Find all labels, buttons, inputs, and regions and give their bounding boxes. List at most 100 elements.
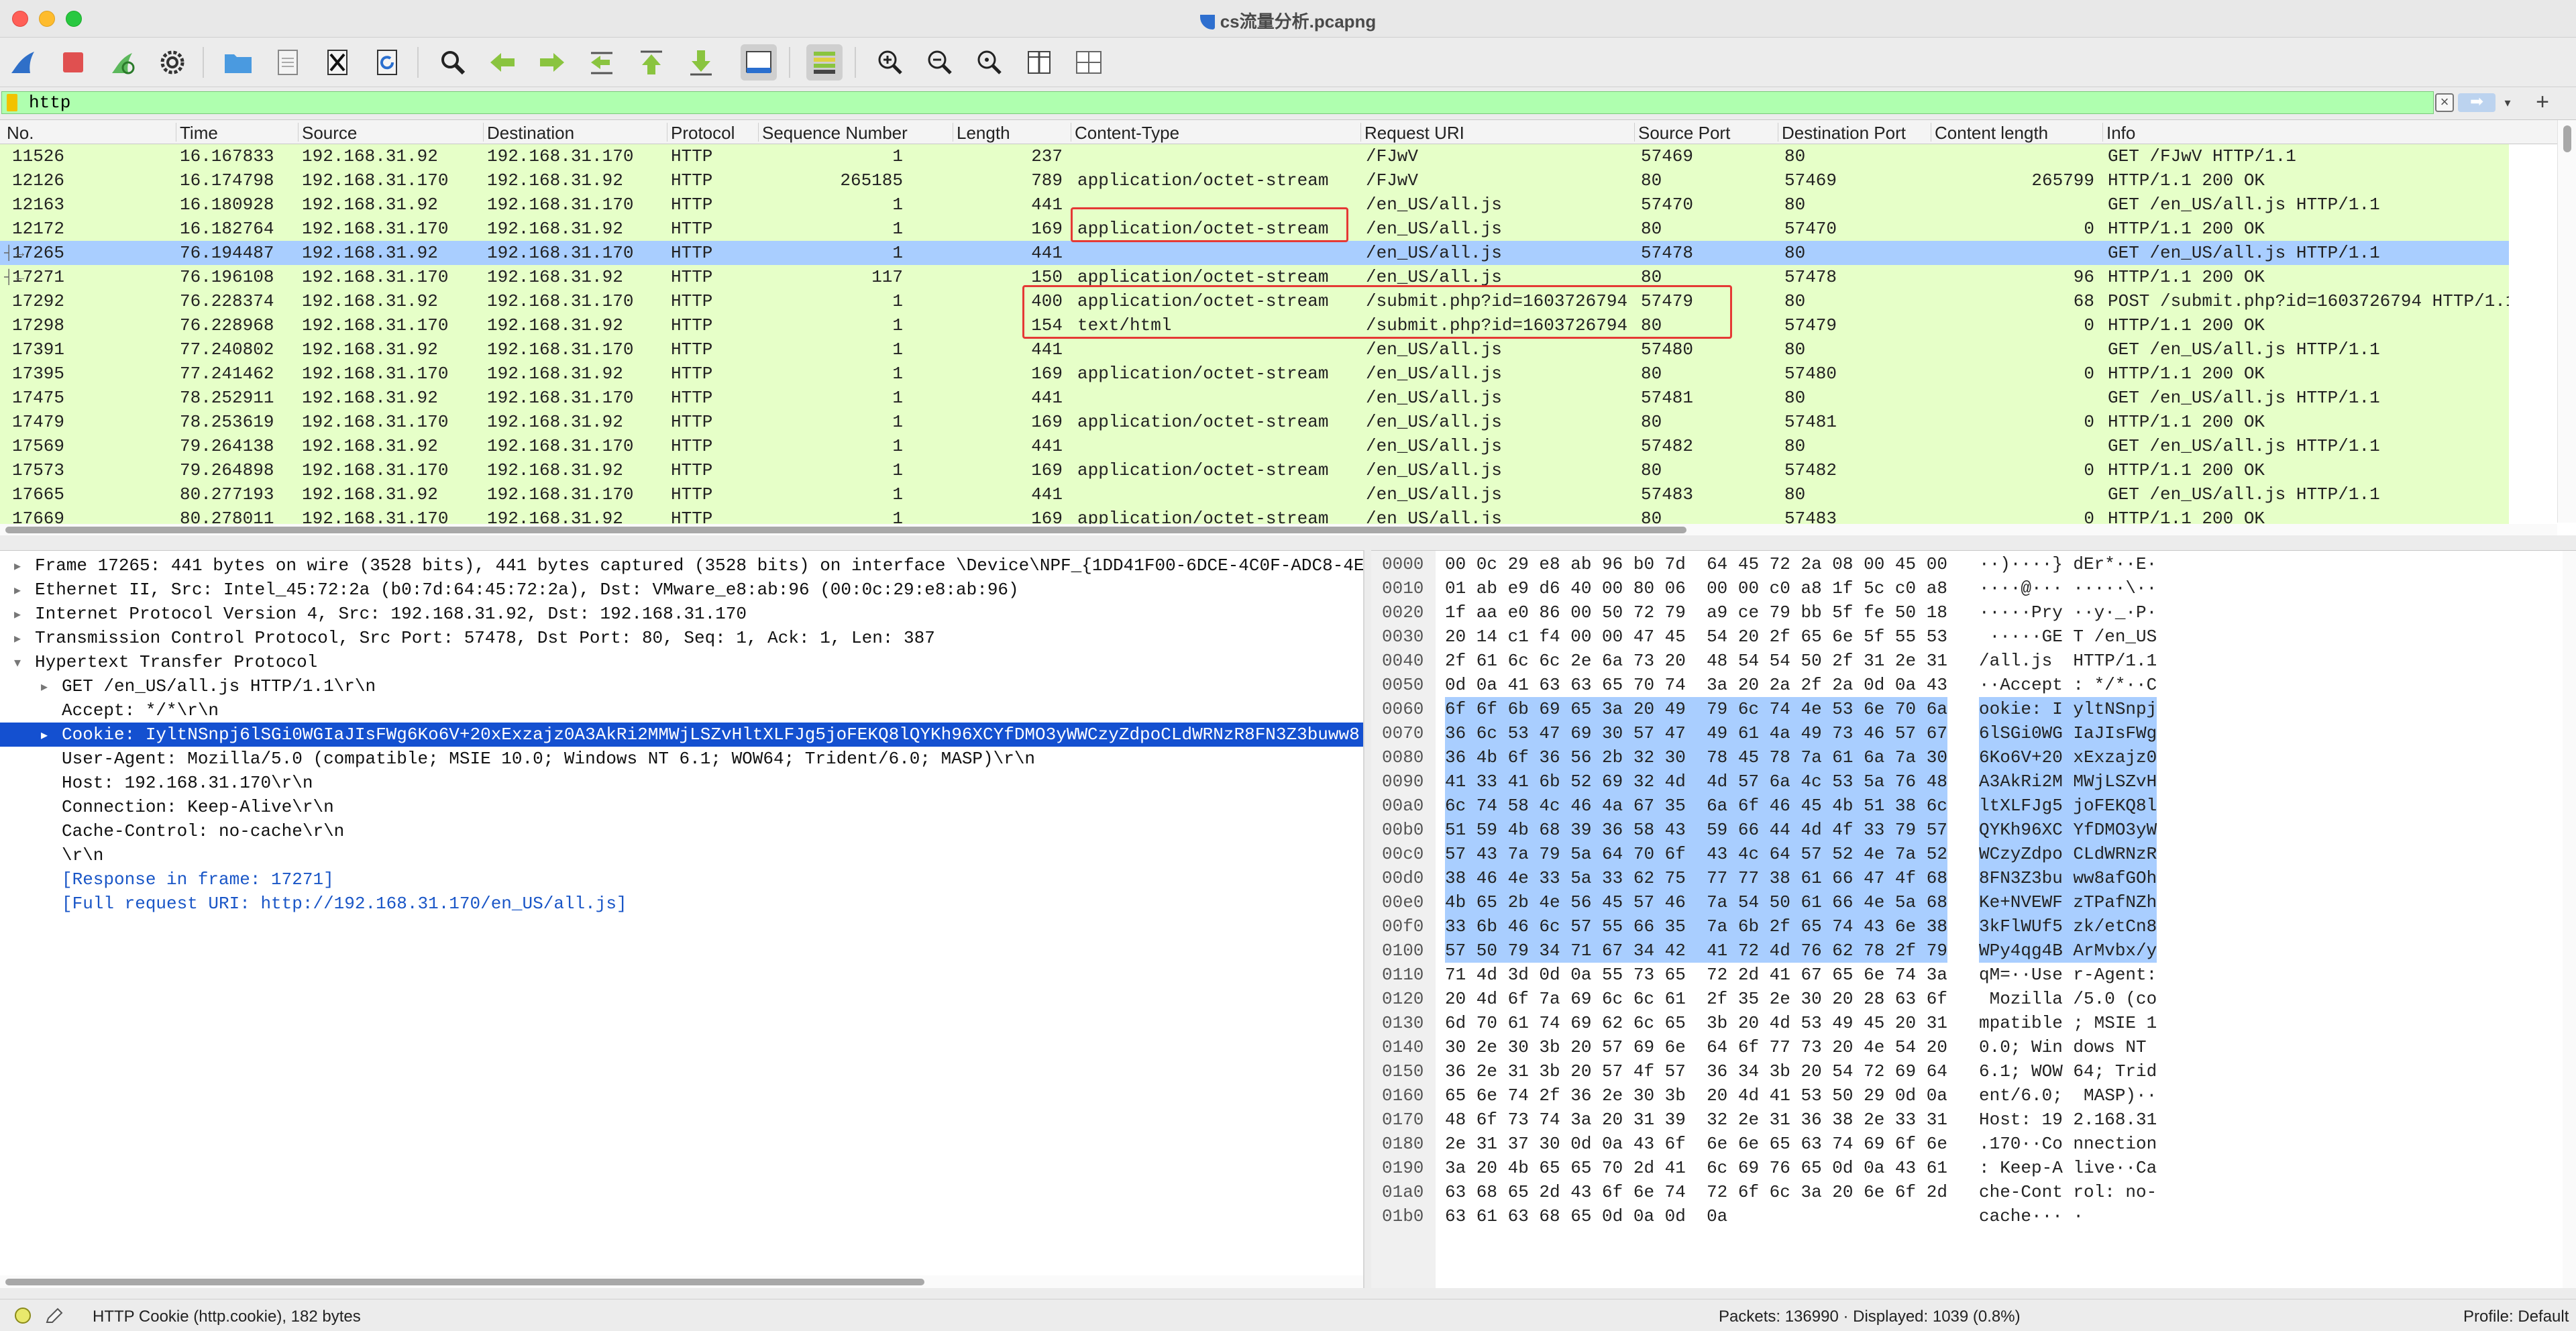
apply-filter-icon[interactable]: ➡ [2458,93,2496,112]
bookmark-icon[interactable] [7,94,17,111]
column-header[interactable]: Content length [1935,123,2048,144]
zoom-in-icon[interactable] [872,44,908,81]
hex-offset: 0010 [1382,578,1424,598]
column-header[interactable]: Time [180,123,218,144]
expand-arrow-icon[interactable]: ▸ [9,578,25,602]
column-header[interactable]: Length [957,123,1010,144]
bytes-vertical-scrollbar[interactable] [2563,551,2576,1288]
detail-tree-item[interactable]: ▾ Hypertext Transfer Protocol [0,650,1363,674]
expanded-arrow-icon[interactable]: ▾ [9,650,25,674]
detail-tree-item[interactable]: Accept: */*\r\n [0,698,1363,723]
packet-row[interactable]: 11526 16.167833 192.168.31.92 192.168.31.17… [0,144,2509,168]
cell-info: HTTP/1.1 200 OK [2108,364,2265,384]
detail-tree-item[interactable]: ▸ Cookie: IyltNSnpj6lSGi0WGIaJIsFWg6Ko6V+… [0,723,1363,747]
column-header[interactable]: Sequence Number [762,123,908,144]
add-filter-button-icon[interactable]: + [2529,90,2556,114]
detail-tree-item[interactable]: \r\n [0,843,1363,867]
column-header[interactable]: Source [302,123,357,144]
packet-row[interactable]: 17271 76.196108 192.168.31.170 192.168.31.9… [0,265,2509,289]
last-packet-icon[interactable] [683,44,719,81]
cell-no: 17395 [11,364,64,384]
cell-sport: 80 [1641,412,1662,432]
go-to-packet-icon[interactable] [584,44,620,81]
profile-text[interactable]: Profile: Default [2463,1308,2569,1326]
cell-time: 76.194487 [180,243,274,263]
packet-row[interactable]: 12126 16.174798 192.168.31.170 192.168.31.9… [0,168,2509,193]
back-arrow-icon[interactable] [484,44,521,81]
detail-tree-item[interactable]: Cache-Control: no-cache\r\n [0,819,1363,843]
title-bar: cs流量分析.pcapng [0,0,2576,38]
forward-arrow-icon[interactable] [534,44,570,81]
packet-list-horizontal-scrollbar[interactable] [0,524,2557,536]
column-header[interactable]: Destination Port [1782,123,1906,144]
detail-tree-item[interactable]: User-Agent: Mozilla/5.0 (compatible; MSI… [0,747,1363,771]
detail-tree-item[interactable]: ▸ Ethernet II, Src: Intel_45:72:2a (b0:7d… [0,578,1363,602]
find-icon[interactable] [435,44,471,81]
columns-layout-icon[interactable] [1071,44,1107,81]
options-gear-icon[interactable] [154,44,191,81]
packet-row[interactable]: 17292 76.228374 192.168.31.92 192.168.31.17… [0,289,2509,313]
packet-row[interactable]: 12172 16.182764 192.168.31.170 192.168.31.9… [0,217,2509,241]
zoom-normal-icon[interactable] [971,44,1008,81]
cell-ctype: application/octet-stream [1077,267,1329,287]
column-header[interactable]: Content-Type [1075,123,1179,144]
restart-icon[interactable] [105,44,141,81]
packet-row[interactable]: 17569 79.264138 192.168.31.92 192.168.31.17… [0,434,2509,458]
column-header[interactable]: Info [2106,123,2135,144]
column-header[interactable]: Destination [487,123,574,144]
reload-icon[interactable] [369,44,405,81]
save-file-icon[interactable] [270,44,306,81]
details-horizontal-scrollbar[interactable] [0,1275,1363,1288]
open-folder-icon[interactable] [220,44,256,81]
detail-tree-item[interactable]: ▸ GET /en_US/all.js HTTP/1.1\r\n [0,674,1363,698]
packet-row[interactable]: 17395 77.241462 192.168.31.170 192.168.31.9… [0,362,2509,386]
column-header[interactable]: Protocol [671,123,735,144]
cell-info: GET /en_US/all.js HTTP/1.1 [2108,388,2380,408]
detail-link[interactable]: [Full request URI: http://192.168.31.170… [0,892,1363,916]
pane-splitter[interactable] [0,535,2576,550]
stop-icon[interactable] [55,44,91,81]
packet-row[interactable]: 17298 76.228968 192.168.31.170 192.168.31.9… [0,313,2509,337]
close-file-icon[interactable] [319,44,356,81]
filter-dropdown-icon[interactable]: ▾ [2500,93,2516,113]
packet-row[interactable]: 17391 77.240802 192.168.31.92 192.168.31.17… [0,337,2509,362]
hex-bytes: 01 ab e9 d6 40 00 80 06 00 00 c0 a8 1f 5… [1445,578,1947,598]
packet-row[interactable]: 17665 80.277193 192.168.31.92 192.168.31.17… [0,482,2509,507]
clear-filter-icon[interactable]: × [2435,93,2454,112]
shark-fin-icon[interactable] [5,44,42,81]
detail-link[interactable]: [Response in frame: 17271] [0,867,1363,892]
packet-list-vertical-scrollbar[interactable] [2557,120,2576,523]
column-header[interactable]: No. [7,123,34,144]
detail-tree-item[interactable]: Connection: Keep-Alive\r\n [0,795,1363,819]
packet-row[interactable]: 12163 16.180928 192.168.31.92 192.168.31.17… [0,193,2509,217]
zoom-out-icon[interactable] [922,44,958,81]
first-packet-icon[interactable] [633,44,669,81]
expert-info-icon[interactable] [15,1308,31,1324]
cell-info: HTTP/1.1 200 OK [2108,267,2265,287]
detail-text: [Full request URI: http://192.168.31.170… [62,894,627,914]
edit-comment-icon[interactable] [44,1306,64,1325]
expand-arrow-icon[interactable]: ▸ [36,723,52,747]
colorize-icon[interactable] [806,44,843,81]
packets-count-text: Packets: 136990 · Displayed: 1039 (0.8%) [1719,1308,2021,1326]
packet-row[interactable]: 17265 76.194487 192.168.31.92 192.168.31.17… [0,241,2509,265]
detail-tree-item[interactable]: ▸ Internet Protocol Version 4, Src: 192.1… [0,602,1363,626]
detail-tree-item[interactable]: ▸ Frame 17265: 441 bytes on wire (3528 bi… [0,553,1363,578]
detail-tree-item[interactable]: Host: 192.168.31.170\r\n [0,771,1363,795]
expand-arrow-icon[interactable]: ▸ [9,602,25,626]
packet-row[interactable]: 17573 79.264898 192.168.31.170 192.168.31.9… [0,458,2509,482]
expand-arrow-icon[interactable]: ▸ [36,674,52,698]
expand-arrow-icon[interactable]: ▸ [9,553,25,578]
resize-columns-icon[interactable] [1021,44,1057,81]
autoscroll-icon[interactable] [741,44,777,81]
column-header[interactable]: Source Port [1638,123,1730,144]
cell-info: GET /en_US/all.js HTTP/1.1 [2108,195,2380,215]
column-header[interactable]: Request URI [1364,123,1464,144]
display-filter-input[interactable]: http [1,91,2434,114]
packet-row[interactable]: 17479 78.253619 192.168.31.170 192.168.31.9… [0,410,2509,434]
ascii-bytes: 6lSGi0WG IaJIsFWg [1979,721,2157,745]
detail-tree-item[interactable]: ▸ Transmission Control Protocol, Src Port… [0,626,1363,650]
packet-row[interactable]: 17475 78.252911 192.168.31.92 192.168.31.17… [0,386,2509,410]
cell-src: 192.168.31.92 [302,195,438,215]
expand-arrow-icon[interactable]: ▸ [9,626,25,650]
